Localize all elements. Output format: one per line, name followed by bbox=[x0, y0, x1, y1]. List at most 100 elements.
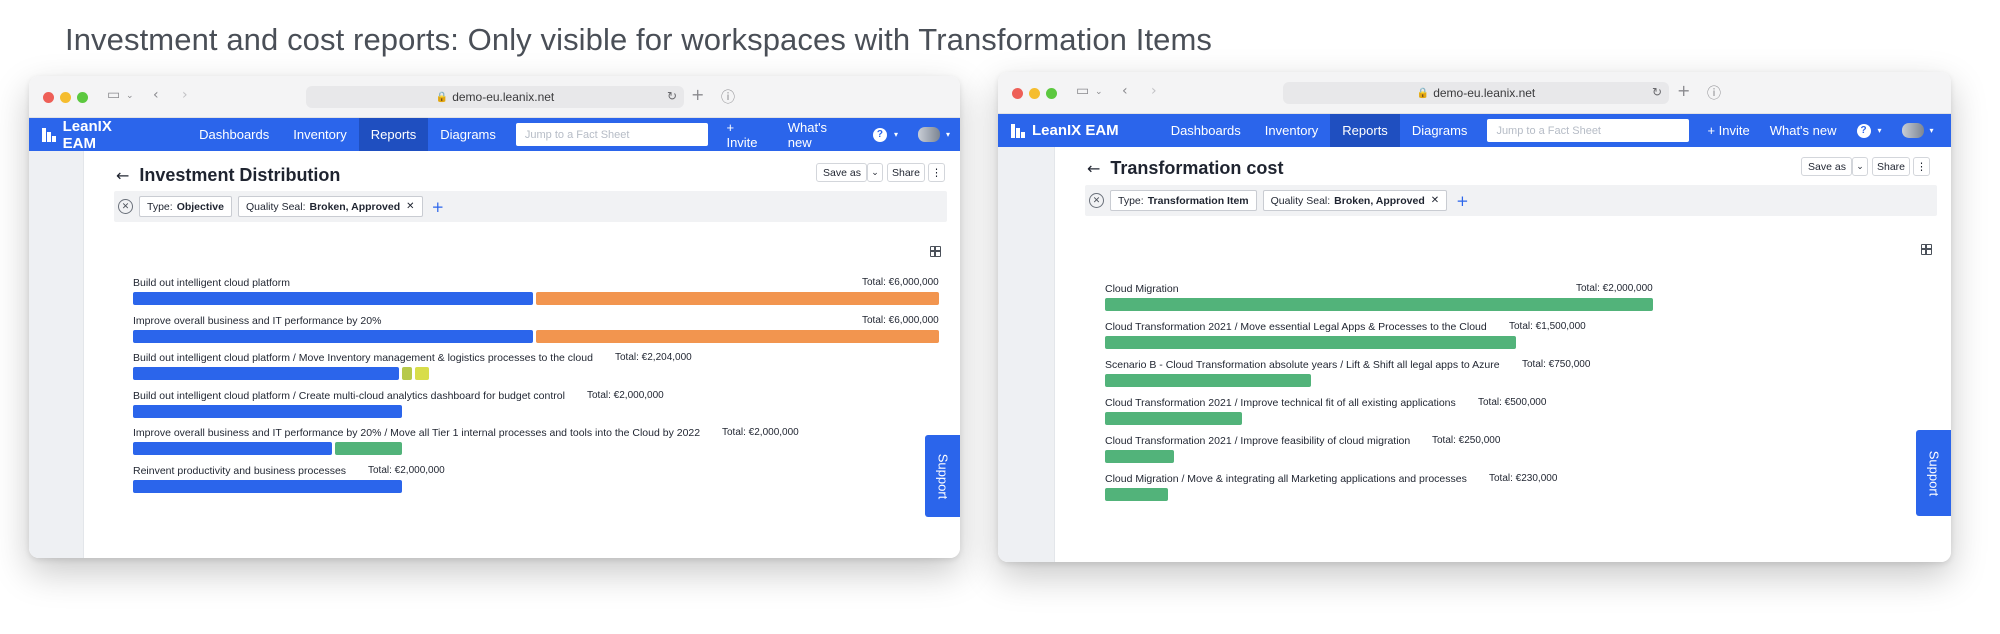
sidebar-toggle-icon[interactable]: ▭ bbox=[107, 87, 120, 103]
maximize-window-button[interactable] bbox=[1046, 88, 1057, 99]
top-navbar: LeanIX EAM Dashboards Inventory Reports Diag… bbox=[998, 114, 1951, 147]
bar-total: Total: €500,000 bbox=[1478, 397, 1547, 408]
filter-key: Quality Seal: bbox=[245, 200, 306, 213]
whats-new-link[interactable]: What's new bbox=[778, 120, 863, 150]
report-title: ← Transformation cost bbox=[1087, 158, 1283, 179]
invite-button[interactable]: + Invite bbox=[716, 120, 777, 150]
filter-key: Quality Seal: bbox=[1270, 194, 1331, 207]
chevron-down-icon[interactable]: ⌄ bbox=[1095, 87, 1103, 97]
nav-item-reports[interactable]: Reports bbox=[358, 118, 429, 151]
nav-item-dashboards[interactable]: Dashboards bbox=[187, 118, 281, 151]
bar-segment-blue[interactable] bbox=[133, 479, 402, 493]
bar-segment-blue[interactable] bbox=[133, 442, 332, 455]
new-tab-icon[interactable]: + bbox=[1677, 81, 1690, 100]
bar-segment-blue[interactable] bbox=[133, 329, 533, 343]
minimize-window-button[interactable] bbox=[60, 92, 71, 103]
filter-chip-type[interactable]: Type: Transformation Item bbox=[1110, 190, 1257, 211]
add-filter-icon[interactable]: + bbox=[432, 198, 445, 216]
top-navbar: LeanIX EAM Dashboards Inventory Reports Diag… bbox=[29, 118, 960, 152]
share-button[interactable]: Share bbox=[887, 163, 925, 182]
url-bar[interactable]: 🔒 demo-eu.leanix.net ↻ bbox=[1283, 82, 1669, 104]
save-as-button[interactable]: Save as bbox=[1801, 157, 1852, 176]
nav-item-inventory[interactable]: Inventory bbox=[1253, 114, 1330, 147]
nav-item-inventory[interactable]: Inventory bbox=[281, 118, 358, 151]
close-window-button[interactable] bbox=[1012, 88, 1023, 99]
bar-segment-green[interactable] bbox=[1105, 450, 1174, 463]
lock-icon: 🔒 bbox=[1416, 87, 1430, 99]
bar-segment-light_green[interactable] bbox=[401, 367, 413, 380]
bar-segment-green[interactable] bbox=[1105, 412, 1242, 425]
user-menu[interactable]: ▾ bbox=[1892, 123, 1944, 138]
remove-filter-icon[interactable]: ✕ bbox=[1431, 195, 1439, 206]
support-tab[interactable]: Support bbox=[925, 435, 960, 517]
invite-button[interactable]: + Invite bbox=[1697, 123, 1759, 138]
sidebar-toggle-icon[interactable]: ▭ bbox=[1076, 83, 1089, 99]
help-menu[interactable]: ? ▾ bbox=[863, 127, 908, 142]
help-menu[interactable]: ? ▾ bbox=[1847, 123, 1892, 138]
bar-total: Total: €2,000,000 bbox=[368, 464, 445, 476]
chevron-down-icon[interactable]: ⌄ bbox=[126, 91, 134, 101]
clear-filters-icon[interactable]: ✕ bbox=[1089, 193, 1104, 208]
fact-sheet-search-input[interactable]: Jump to a Fact Sheet bbox=[1487, 119, 1690, 142]
fact-sheet-search-input[interactable]: Jump to a Fact Sheet bbox=[515, 123, 709, 146]
forward-nav-icon[interactable]: › bbox=[182, 87, 188, 103]
bar-segment-green[interactable] bbox=[1105, 374, 1311, 387]
forward-nav-icon[interactable]: › bbox=[1151, 83, 1157, 99]
url-bar[interactable]: 🔒 demo-eu.leanix.net ↻ bbox=[306, 86, 684, 108]
avatar bbox=[1901, 123, 1924, 138]
bar-label: Build out intelligent cloud platform bbox=[133, 277, 291, 289]
info-icon[interactable]: ⓘ bbox=[1707, 83, 1721, 103]
remove-filter-icon[interactable]: ✕ bbox=[406, 201, 414, 212]
more-options-button[interactable]: ⋮ bbox=[928, 163, 945, 182]
left-rail bbox=[29, 151, 84, 558]
minimize-window-button[interactable] bbox=[1029, 88, 1040, 99]
close-window-button[interactable] bbox=[43, 92, 54, 103]
support-tab[interactable]: Support bbox=[1916, 430, 1951, 516]
back-arrow-icon[interactable]: ← bbox=[1087, 159, 1100, 178]
back-nav-icon[interactable]: ‹ bbox=[1122, 83, 1128, 99]
page-heading: Investment and cost reports: Only visibl… bbox=[65, 22, 1213, 57]
bar-label: Build out intelligent cloud platform / M… bbox=[133, 352, 593, 364]
nav-item-diagrams[interactable]: Diagrams bbox=[428, 118, 508, 151]
search-placeholder: Jump to a Fact Sheet bbox=[1496, 124, 1601, 137]
bar-segment-green[interactable] bbox=[334, 442, 402, 455]
whats-new-link[interactable]: What's new bbox=[1760, 123, 1847, 138]
brand-name: LeanIX EAM bbox=[1032, 122, 1119, 139]
reload-icon[interactable]: ↻ bbox=[1652, 85, 1662, 99]
nav-item-dashboards[interactable]: Dashboards bbox=[1159, 114, 1253, 147]
table-view-icon[interactable] bbox=[930, 246, 941, 257]
back-arrow-icon[interactable]: ← bbox=[116, 166, 129, 185]
bar-segment-orange[interactable] bbox=[536, 329, 939, 343]
bar-segment-blue[interactable] bbox=[133, 404, 402, 418]
table-view-icon[interactable] bbox=[1921, 244, 1932, 255]
save-as-dropdown[interactable]: ⌄ bbox=[1852, 157, 1868, 176]
add-filter-icon[interactable]: + bbox=[1456, 192, 1469, 210]
more-options-button[interactable]: ⋮ bbox=[1913, 157, 1930, 176]
info-icon[interactable]: ⓘ bbox=[721, 87, 735, 107]
bar-segment-blue[interactable] bbox=[133, 292, 533, 305]
maximize-window-button[interactable] bbox=[77, 92, 88, 103]
save-as-dropdown[interactable]: ⌄ bbox=[867, 163, 883, 182]
browser-titlebar: ▭ ⌄ ‹ › 🔒 demo-eu.leanix.net ↻ + ⓘ bbox=[998, 72, 1951, 114]
reload-icon[interactable]: ↻ bbox=[667, 89, 677, 103]
back-nav-icon[interactable]: ‹ bbox=[153, 87, 159, 103]
bar-segment-green[interactable] bbox=[1105, 298, 1653, 311]
filter-value: Transformation Item bbox=[1147, 194, 1249, 207]
nav-item-reports[interactable]: Reports bbox=[1330, 114, 1400, 147]
new-tab-icon[interactable]: + bbox=[691, 85, 704, 104]
filter-chip-quality-seal[interactable]: Quality Seal: Broken, Approved ✕ bbox=[237, 196, 423, 217]
filter-chip-quality-seal[interactable]: Quality Seal: Broken, Approved ✕ bbox=[1262, 190, 1448, 211]
brand[interactable]: LeanIX EAM bbox=[42, 118, 147, 152]
bar-segment-blue[interactable] bbox=[133, 367, 399, 380]
share-button[interactable]: Share bbox=[1872, 157, 1910, 176]
filter-chip-type[interactable]: Type: Objective bbox=[139, 196, 232, 217]
user-menu[interactable]: ▾ bbox=[908, 127, 960, 142]
clear-filters-icon[interactable]: ✕ bbox=[118, 199, 133, 214]
save-as-button[interactable]: Save as bbox=[816, 163, 867, 182]
bar-segment-green[interactable] bbox=[1105, 488, 1169, 501]
bar-segment-yellow[interactable] bbox=[415, 367, 430, 380]
bar-segment-green[interactable] bbox=[1105, 336, 1516, 349]
brand[interactable]: LeanIX EAM bbox=[1011, 122, 1119, 139]
bar-segment-orange[interactable] bbox=[536, 292, 939, 305]
nav-item-diagrams[interactable]: Diagrams bbox=[1400, 114, 1480, 147]
